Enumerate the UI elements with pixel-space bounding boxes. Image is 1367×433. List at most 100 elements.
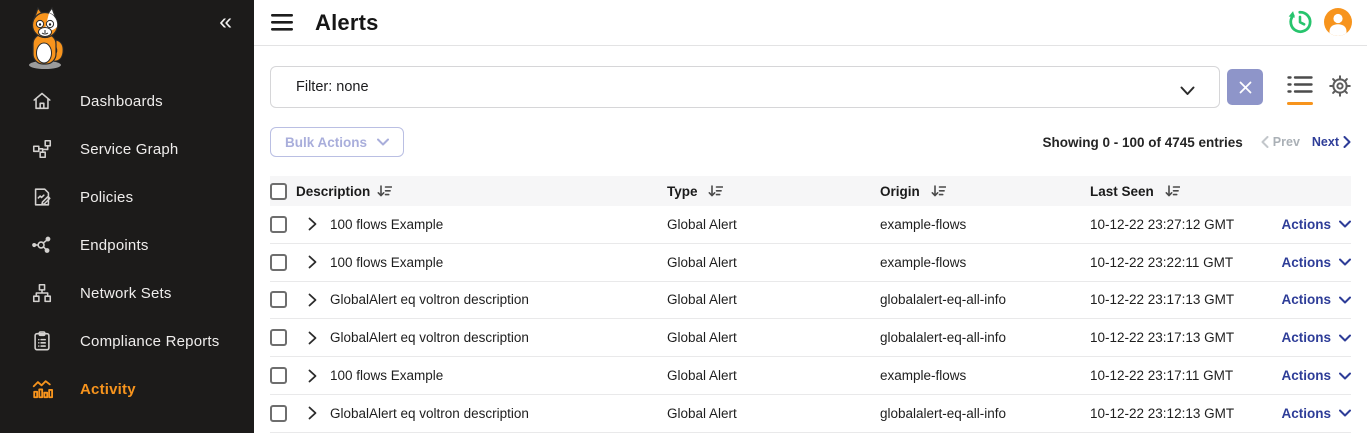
page-header: Alerts: [254, 0, 1367, 46]
filter-dropdown[interactable]: Filter: none: [270, 66, 1220, 108]
alert-type: Global Alert: [667, 292, 880, 307]
alert-type: Global Alert: [667, 368, 880, 383]
chevron-down-icon: [1339, 409, 1351, 417]
row-actions-dropdown[interactable]: Actions: [1281, 255, 1351, 270]
column-header-type[interactable]: Type: [667, 184, 698, 199]
clear-filter-button[interactable]: [1227, 69, 1263, 105]
pagination: Showing 0 - 100 of 4745 entries Prev Nex…: [1042, 127, 1351, 157]
sidebar-item-policies[interactable]: Policies: [0, 173, 254, 221]
expand-row-icon[interactable]: [308, 293, 317, 307]
column-header-description[interactable]: Description: [296, 184, 370, 199]
service-graph-icon: [30, 137, 54, 161]
alert-last-seen: 10-12-22 23:27:12 GMT: [1090, 217, 1280, 232]
row-checkbox[interactable]: [270, 291, 287, 308]
sidebar-item-label: Service Graph: [80, 141, 178, 158]
list-view-toggle[interactable]: [1287, 74, 1313, 105]
sort-icon[interactable]: [1165, 184, 1180, 198]
chevron-down-icon: [1339, 372, 1351, 380]
table-row: 100 flows Example Global Alert example-f…: [270, 244, 1351, 282]
settings-gear-icon[interactable]: [1327, 73, 1353, 104]
chevron-down-icon: [1339, 334, 1351, 342]
alert-last-seen: 10-12-22 23:12:13 GMT: [1090, 406, 1280, 421]
sidebar-item-endpoints[interactable]: Endpoints: [0, 221, 254, 269]
alert-description: 100 flows Example: [330, 255, 443, 270]
bulk-actions-button[interactable]: Bulk Actions: [270, 127, 404, 157]
table-row: 100 flows Example Global Alert example-f…: [270, 357, 1351, 395]
actions-label: Actions: [1281, 217, 1331, 232]
expand-row-icon[interactable]: [308, 406, 317, 420]
activity-icon: [30, 377, 54, 401]
sidebar-item-partial[interactable]: [0, 413, 254, 433]
compliance-reports-icon: [30, 329, 54, 353]
alert-description: GlobalAlert eq voltron description: [330, 406, 529, 421]
alert-origin: globalalert-eq-all-info: [880, 330, 1090, 345]
alert-type: Global Alert: [667, 217, 880, 232]
sidebar-item-compliance-reports[interactable]: Compliance Reports: [0, 317, 254, 365]
row-checkbox[interactable]: [270, 367, 287, 384]
alert-type: Global Alert: [667, 330, 880, 345]
sidebar-item-label: Endpoints: [80, 237, 149, 254]
actions-label: Actions: [1281, 255, 1331, 270]
sidebar-item-label: Network Sets: [80, 285, 172, 302]
filter-dropdown-value: Filter: none: [296, 79, 369, 95]
sidebar-item-service-graph[interactable]: Service Graph: [0, 125, 254, 173]
calico-cat-logo: [16, 6, 74, 77]
expand-row-icon[interactable]: [308, 255, 317, 269]
sort-icon[interactable]: [931, 184, 946, 198]
prev-label: Prev: [1273, 135, 1300, 149]
sort-icon[interactable]: [708, 184, 723, 198]
select-all-checkbox[interactable]: [270, 183, 287, 200]
expand-row-icon[interactable]: [308, 369, 317, 383]
row-actions-dropdown[interactable]: Actions: [1281, 368, 1351, 383]
alert-last-seen: 10-12-22 23:17:11 GMT: [1090, 368, 1280, 383]
chevron-down-icon: [1339, 220, 1351, 228]
column-header-last-seen[interactable]: Last Seen: [1090, 184, 1154, 199]
chevron-down-icon: [1180, 83, 1195, 101]
hamburger-menu-icon[interactable]: [271, 14, 293, 31]
chevron-down-icon: [1339, 296, 1351, 304]
row-actions-dropdown[interactable]: Actions: [1281, 292, 1351, 307]
prev-page-link[interactable]: Prev: [1261, 135, 1300, 149]
row-checkbox[interactable]: [270, 254, 287, 271]
chevron-down-icon: [1339, 258, 1351, 266]
sidebar-item-dashboards[interactable]: Dashboards: [0, 77, 254, 125]
chevron-right-icon: [1343, 136, 1351, 148]
row-checkbox[interactable]: [270, 405, 287, 422]
active-view-indicator: [1287, 102, 1313, 105]
expand-row-icon[interactable]: [308, 217, 317, 231]
table-row: GlobalAlert eq voltron description Globa…: [270, 282, 1351, 320]
alert-type: Global Alert: [667, 406, 880, 421]
sort-icon[interactable]: [377, 184, 392, 198]
column-header-origin[interactable]: Origin: [880, 184, 920, 199]
row-checkbox[interactable]: [270, 216, 287, 233]
history-icon[interactable]: [1285, 7, 1315, 37]
row-checkbox[interactable]: [270, 329, 287, 346]
main-content: Alerts Fi: [254, 0, 1367, 433]
expand-row-icon[interactable]: [308, 331, 317, 345]
alert-last-seen: 10-12-22 23:17:13 GMT: [1090, 330, 1280, 345]
alert-origin: globalalert-eq-all-info: [880, 292, 1090, 307]
row-actions-dropdown[interactable]: Actions: [1281, 330, 1351, 345]
row-actions-dropdown[interactable]: Actions: [1281, 217, 1351, 232]
user-avatar-icon[interactable]: [1323, 7, 1353, 37]
home-icon: [30, 89, 54, 113]
alert-type: Global Alert: [667, 255, 880, 270]
table-row: 100 flows Example Global Alert example-f…: [270, 206, 1351, 244]
next-page-link[interactable]: Next: [1312, 135, 1351, 149]
alert-origin: example-flows: [880, 217, 1090, 232]
alert-description: GlobalAlert eq voltron description: [330, 330, 529, 345]
sidebar-item-label: Compliance Reports: [80, 333, 220, 350]
row-actions-dropdown[interactable]: Actions: [1281, 406, 1351, 421]
sidebar-nav: Dashboards Service Graph Policies Endpoi…: [0, 77, 254, 433]
sidebar-item-label: Activity: [80, 381, 136, 398]
table-header-row: Description Type Origin Last Seen: [270, 176, 1351, 206]
sidebar-collapse-icon[interactable]: «: [219, 10, 232, 33]
alerts-table: Description Type Origin Last Seen: [270, 176, 1351, 433]
alert-origin: example-flows: [880, 255, 1090, 270]
table-row: GlobalAlert eq voltron description Globa…: [270, 319, 1351, 357]
sidebar-item-activity[interactable]: Activity: [0, 365, 254, 413]
next-label: Next: [1312, 135, 1339, 149]
sidebar-item-network-sets[interactable]: Network Sets: [0, 269, 254, 317]
endpoints-icon: [30, 233, 54, 257]
alert-description: 100 flows Example: [330, 217, 443, 232]
